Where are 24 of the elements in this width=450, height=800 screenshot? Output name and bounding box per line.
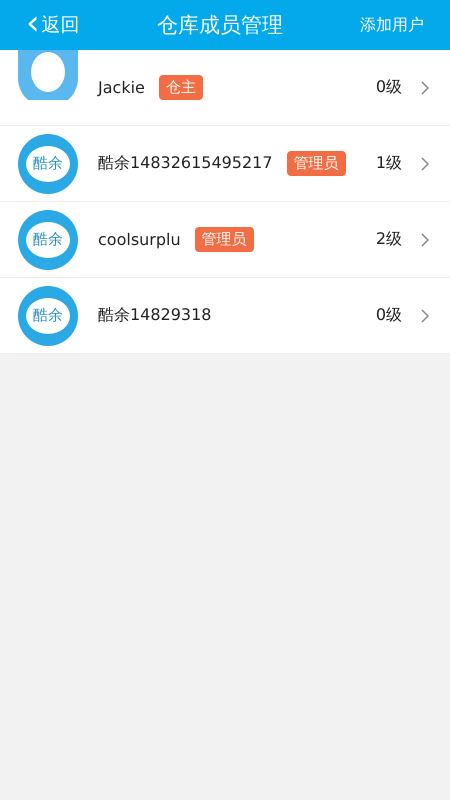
member-level: 0级 (376, 305, 402, 326)
chevron-right-icon (420, 156, 430, 172)
member-name: 酷余14829318 (98, 305, 212, 326)
chevron-right-icon (420, 308, 430, 324)
avatar-logo: 酷余 (18, 134, 78, 194)
member-row[interactable]: Jackie 仓主 0级 (0, 50, 450, 126)
avatar-logo: 酷余 (18, 210, 78, 270)
chevron-right-icon (420, 232, 430, 248)
member-name: coolsurplu (98, 230, 181, 249)
page-title: 仓库成员管理 (156, 12, 283, 39)
avatar-logo: 酷余 (18, 286, 78, 346)
member-name: Jackie (98, 78, 145, 97)
member-level: 0级 (376, 77, 402, 98)
role-tag: 管理员 (194, 227, 254, 252)
member-level: 1级 (376, 153, 402, 174)
role-tag: 仓主 (158, 75, 203, 100)
role-tag: 管理员 (286, 151, 346, 176)
member-row[interactable]: 酷余 coolsurplu 管理员 2级 (0, 202, 450, 278)
member-name: 酷余14832615495217 (98, 153, 273, 174)
chevron-right-icon (420, 80, 430, 96)
member-row[interactable]: 酷余 酷余14829318 0级 (0, 278, 450, 354)
member-level: 2级 (376, 229, 402, 250)
avatar-icon (18, 50, 78, 100)
member-row[interactable]: 酷余 酷余14832615495217 管理员 1级 (0, 126, 450, 202)
